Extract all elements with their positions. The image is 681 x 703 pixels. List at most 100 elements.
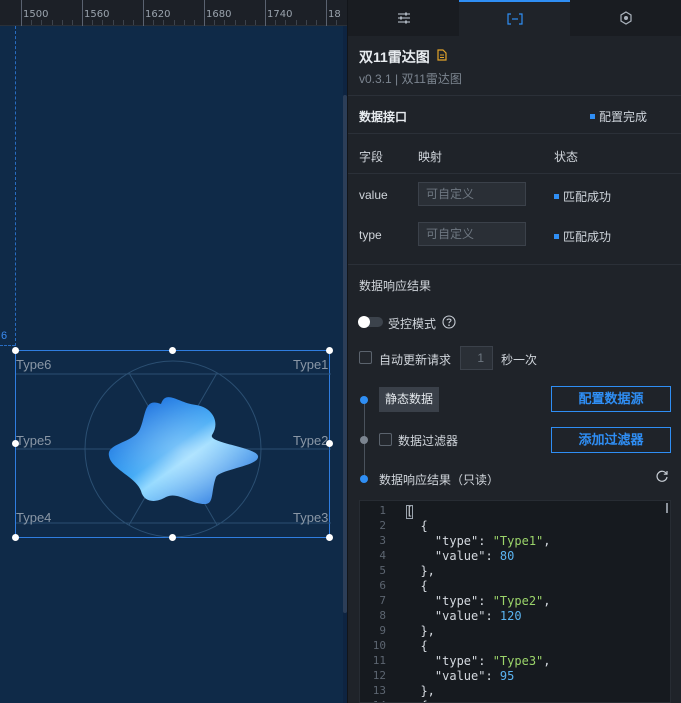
tab-config[interactable] — [348, 0, 459, 36]
ruler-minor-tick — [113, 20, 114, 25]
ruler-minor-tick — [306, 20, 307, 25]
code-punctuation: { — [406, 519, 428, 533]
mapping-input-type[interactable]: 可自定义 — [418, 222, 526, 246]
ruler-tick-label: 1680 — [206, 9, 232, 20]
radar-label-type5: Type5 — [16, 433, 52, 448]
mapping-input-value[interactable]: 可自定义 — [418, 182, 526, 206]
json-code-viewer[interactable]: 1234567891011121314 [ { "type": "Type1",… — [359, 500, 671, 703]
document-icon[interactable] — [437, 49, 447, 61]
resize-handle-right[interactable] — [326, 440, 333, 447]
response-result-label: 数据响应结果（只读） — [379, 473, 500, 487]
code-punctuation: , — [543, 534, 551, 548]
resize-handle-left[interactable] — [12, 440, 19, 447]
line-number: 13 — [372, 684, 386, 697]
line-number: 2 — [379, 519, 386, 532]
ruler-minor-tick — [255, 20, 256, 25]
radar-label-type2: Type2 — [293, 433, 329, 448]
divider — [348, 264, 681, 265]
guide-coordinate-label: 6 — [1, 330, 8, 342]
code-string: "Type1" — [492, 534, 544, 548]
field-status-label: 匹配成功 — [563, 230, 612, 244]
ruler-minor-tick — [153, 20, 154, 25]
code-punctuation: "value": — [406, 669, 500, 683]
auto-refresh-label: 自动更新请求 — [379, 353, 452, 367]
line-number: 8 — [379, 609, 386, 622]
code-line: "type": "Type3", — [406, 654, 551, 668]
column-header-status: 状态 — [554, 150, 579, 164]
code-punctuation: "value": — [406, 549, 500, 563]
sliders-icon — [397, 12, 410, 24]
resize-handle-top-right[interactable] — [326, 347, 333, 354]
line-number-gutter: 1234567891011121314 — [360, 501, 396, 702]
code-line: "value": 95 — [406, 669, 514, 683]
code-punctuation: { — [406, 699, 427, 702]
refresh-interval-input[interactable]: 1 — [460, 346, 493, 370]
line-number: 7 — [379, 594, 386, 607]
ruler-tick-label: 1560 — [84, 9, 110, 20]
editor-canvas[interactable]: 1500 1560 1620 1680 1740 18 6 Type6 Type… — [0, 0, 347, 703]
line-number: 11 — [372, 654, 386, 667]
code-punctuation: }, — [406, 684, 435, 698]
interaction-icon — [619, 11, 632, 25]
ruler-minor-tick — [184, 20, 185, 25]
ruler-tick-label: 1740 — [267, 9, 293, 20]
ruler-minor-tick — [72, 20, 73, 25]
data-filter-checkbox[interactable] — [379, 433, 392, 446]
flow-dot-active — [360, 475, 368, 483]
code-line: "type": "Type1", — [406, 534, 551, 548]
code-line: }, — [406, 624, 434, 638]
radar-label-type1: Type1 — [293, 357, 329, 372]
config-data-source-button[interactable]: 配置数据源 — [551, 386, 671, 412]
resize-handle-bottom-left[interactable] — [12, 534, 19, 541]
resize-handle-bottom-right[interactable] — [326, 534, 333, 541]
ruler-major-tick — [82, 0, 83, 26]
auto-refresh-checkbox[interactable] — [359, 351, 372, 364]
divider — [348, 95, 681, 96]
field-status-value: 匹配成功 — [554, 188, 611, 205]
component-title: 双11雷达图 — [359, 49, 430, 65]
ruler-minor-tick — [41, 20, 42, 25]
code-line: "type": "Type2", — [406, 594, 551, 608]
radar-chart — [16, 360, 331, 538]
code-line: { — [406, 639, 427, 653]
ruler-major-tick — [204, 0, 205, 26]
radar-chart-widget[interactable]: Type6 Type1 Type5 Type2 Type4 Type3 — [12, 347, 333, 541]
data-bracket-icon — [506, 13, 523, 25]
radar-label-type3: Type3 — [293, 510, 329, 525]
help-icon[interactable] — [442, 315, 456, 329]
ruler-minor-tick — [296, 20, 297, 25]
flow-dot-active — [360, 396, 368, 404]
ruler-major-tick — [326, 0, 327, 26]
tab-interaction[interactable] — [570, 0, 681, 36]
ruler-minor-tick — [194, 20, 195, 25]
code-line: { — [406, 579, 427, 593]
code-scrollbar[interactable] — [666, 503, 668, 513]
line-number: 4 — [379, 549, 386, 562]
resize-handle-top-left[interactable] — [12, 347, 19, 354]
ruler-minor-tick — [133, 20, 134, 25]
status-dot-icon — [590, 114, 595, 119]
ruler-minor-tick — [52, 20, 53, 25]
line-number: 1 — [379, 504, 386, 517]
field-name-type: type — [359, 228, 382, 242]
panel-tabs — [348, 0, 681, 36]
horizontal-guide-line — [0, 345, 15, 346]
column-header-field: 字段 — [359, 150, 384, 164]
ruler-major-tick — [143, 0, 144, 26]
tab-data[interactable] — [459, 0, 570, 36]
toggle-knob[interactable] — [358, 316, 370, 328]
resize-handle-top[interactable] — [169, 347, 176, 354]
line-number: 12 — [372, 669, 386, 682]
response-section-title: 数据响应结果 — [359, 279, 432, 293]
line-number: 5 — [379, 564, 386, 577]
refresh-icon[interactable] — [655, 469, 669, 483]
ruler-major-tick — [265, 0, 266, 26]
static-data-badge[interactable]: 静态数据 — [379, 387, 439, 412]
radar-label-type4: Type4 — [16, 510, 52, 525]
resize-handle-bottom[interactable] — [169, 534, 176, 541]
field-status-label: 匹配成功 — [563, 190, 612, 204]
code-punctuation: }, — [406, 564, 435, 578]
line-number: 10 — [372, 639, 386, 652]
ruler-minor-tick — [102, 20, 103, 25]
add-filter-button[interactable]: 添加过滤器 — [551, 427, 671, 453]
